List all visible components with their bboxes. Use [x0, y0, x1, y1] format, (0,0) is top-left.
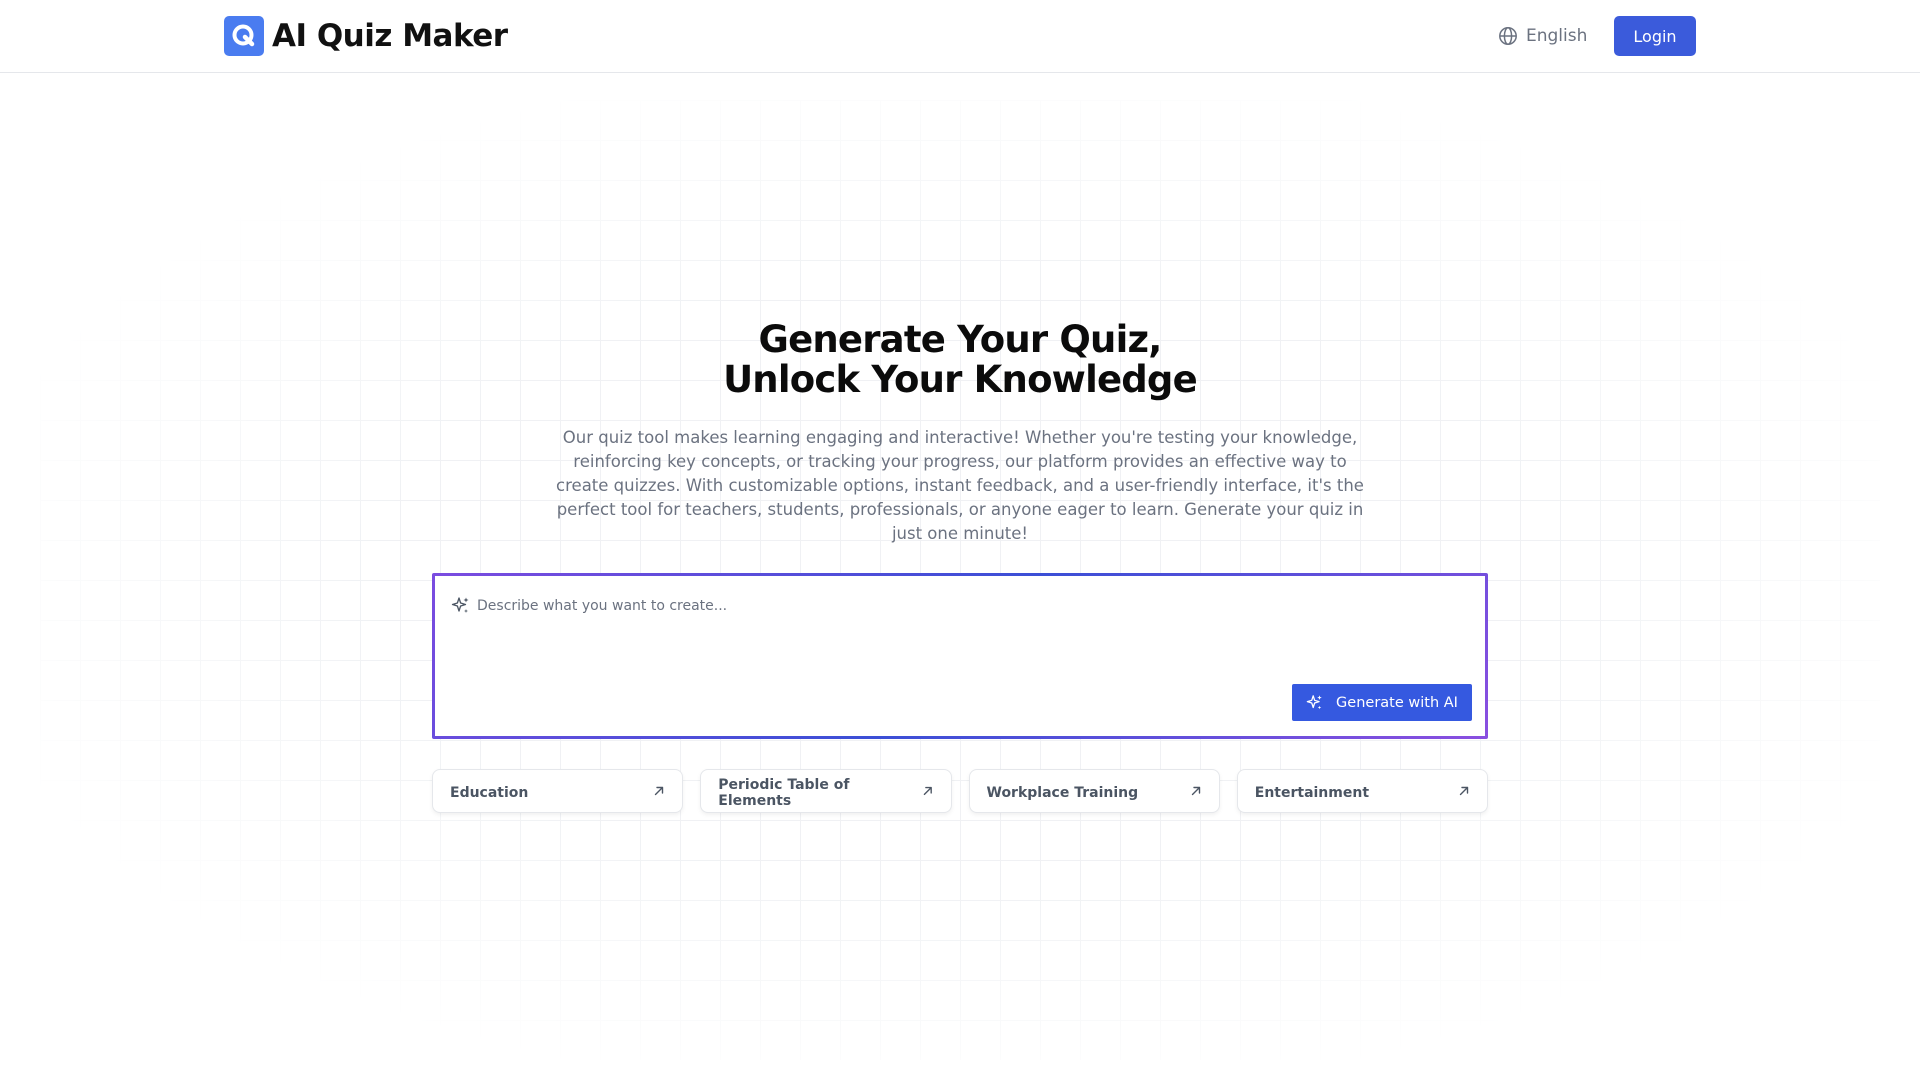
category-label: Workplace Training	[986, 785, 1139, 801]
category-suggestions: Education Periodic Table of Elements Wor…	[432, 769, 1488, 813]
hero-title-line1: Generate Your Quiz,	[758, 318, 1163, 361]
category-label: Periodic Table of Elements	[718, 777, 850, 809]
hero-title-line2: Unlock Your Knowledge	[723, 358, 1198, 401]
category-card-education[interactable]: Education	[432, 769, 684, 813]
brand[interactable]: AI Quiz Maker	[224, 16, 508, 56]
arrow-up-right-icon	[655, 786, 664, 796]
hero-description: Our quiz tool makes learning engaging an…	[556, 428, 1364, 543]
arrow-up-right-icon	[1459, 786, 1469, 796]
sparkle-icon	[451, 597, 469, 613]
globe-icon	[1499, 27, 1517, 45]
login-button[interactable]: Login	[1614, 16, 1696, 56]
top-nav-bar: AI Quiz Maker English Login	[0, 0, 1920, 73]
arrow-up-right-icon	[923, 786, 932, 796]
sparkle-icon	[1306, 694, 1322, 709]
category-card-entertainment[interactable]: Entertainment	[1236, 769, 1488, 813]
language-label: English	[1526, 26, 1588, 46]
prompt-input[interactable]	[477, 598, 1469, 614]
prompt-box[interactable]: Generate with AI	[432, 573, 1488, 739]
category-card-workplace-training[interactable]: Workplace Training	[968, 769, 1220, 813]
q-logo-icon	[224, 16, 264, 56]
category-label: Education	[450, 785, 529, 801]
arrow-up-right-icon	[1191, 786, 1200, 796]
hero-section: Generate Your Quiz, Unlock Your Knowledg…	[0, 320, 1920, 546]
category-label: Entertainment	[1254, 785, 1370, 801]
hero-title: Generate Your Quiz, Unlock Your Knowledg…	[0, 320, 1920, 400]
category-card-periodic-table[interactable]: Periodic Table of Elements	[700, 769, 952, 813]
prompt-input-row[interactable]	[451, 592, 1469, 620]
language-selector[interactable]: English	[1498, 24, 1587, 48]
generate-with-ai-button[interactable]: Generate with AI	[1292, 684, 1472, 721]
generate-button-label: Generate with AI	[1336, 694, 1458, 711]
brand-name: AI Quiz Maker	[272, 18, 508, 54]
